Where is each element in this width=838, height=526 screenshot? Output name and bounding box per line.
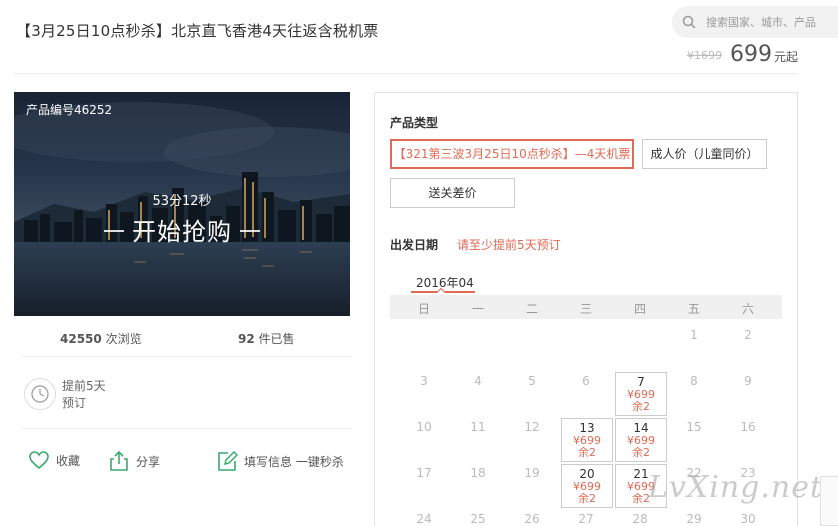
product-code: 产品编号46252 [26,103,113,117]
weekday-fri: 五 [687,302,700,316]
calendar-day: 15 [686,420,702,434]
calendar-day: 8 [690,374,698,388]
cta-dash-right [240,230,260,232]
weekday-sun: 日 [417,302,430,316]
calendar-day: 30 [740,512,756,526]
calendar-day: 27 [578,512,594,526]
view-count-number: 42550 [60,332,102,346]
calendar-day-available[interactable]: 20 ¥699 余2 [561,464,613,508]
calendar-day: 1 [690,328,698,342]
view-count: 42550 次浏览 [60,330,142,347]
advance-line-1: 提前5天 [62,379,106,393]
calendar-month-tab[interactable]: 2016年04 [416,274,474,291]
day-number: 14 [633,421,649,435]
sold-count: 92 件已售 [238,330,295,347]
fill-info-label[interactable]: 填写信息 一键秒杀 [244,453,344,470]
calendar-day: 24 [416,512,432,526]
calendar-day: 12 [524,420,540,434]
view-count-label: 次浏览 [105,332,142,346]
advance-booking-note: 提前5天 预订 [62,378,106,412]
share-icon [110,450,128,471]
day-remaining: 余2 [578,446,596,459]
favorite-label[interactable]: 收藏 [56,452,80,469]
price-unit: 元起 [773,50,798,64]
departure-date-hint: 请至少提前5天预订 [457,238,561,252]
calendar-day: 29 [686,512,702,526]
calendar-day: 11 [470,420,486,434]
calendar-day: 16 [740,420,756,434]
advance-line-2: 预订 [62,396,87,410]
weekday-wed: 三 [579,302,592,316]
calendar-day: 26 [524,512,540,526]
price-block: ¥1699 699 元起 [687,42,798,67]
header-divider [14,73,798,74]
calendar-day: 3 [420,374,428,388]
day-number: 7 [637,375,645,389]
fill-info-button[interactable]: 填写信息 一键秒杀 [216,450,344,472]
calendar-day: 17 [416,466,432,480]
search-icon [682,15,696,29]
favorite-button[interactable]: 收藏 [28,450,80,470]
search-placeholder[interactable]: 搜索国家、城市、产品 [706,14,816,30]
day-number: 20 [579,467,595,481]
day-remaining: 余2 [578,492,596,505]
cta-text[interactable]: 开始抢购 [132,218,232,246]
product-option-adult-price[interactable]: 成人价（儿童同价） [642,139,767,169]
weekday-tue: 二 [525,302,538,316]
heart-icon [29,451,49,470]
original-price: ¥1699 [686,49,722,62]
share-label[interactable]: 分享 [136,453,160,470]
day-remaining: 余2 [632,446,650,459]
calendar-day: 28 [632,512,648,526]
weekday-sat: 六 [741,302,754,316]
day-remaining: 余2 [632,400,650,413]
calendar-day: 5 [528,374,536,388]
product-title: 【3月25日10点秒杀】北京直飞香港4天往返含税机票 [16,22,379,40]
sold-count-number: 92 [238,332,255,346]
calendar-day-available[interactable]: 14 ¥699 余2 [615,418,667,462]
weekday-mon: 一 [471,302,484,316]
calendar-day: 2 [744,328,752,342]
countdown-timer: 53分12秒 [152,194,212,209]
departure-date-label: 出发日期 [390,238,439,252]
product-option-customs-diff[interactable]: 送关差价 [390,178,515,208]
stats-divider [22,356,350,357]
calendar-day: 9 [744,374,752,388]
advance-divider [22,428,350,429]
calendar-day: 25 [470,512,486,526]
site-watermark: LvXing.net [648,470,824,505]
hero-image[interactable]: 产品编号46252 53分12秒 开始抢购 [14,92,350,316]
calendar-day: 19 [524,466,540,480]
day-number: 13 [579,421,595,435]
calendar-day: 6 [582,374,590,388]
start-buying-label[interactable]: 开始抢购 [14,212,350,247]
sale-price: 699 [729,42,772,67]
search-box[interactable]: 搜索国家、城市、产品 [672,6,838,38]
clock-icon [24,378,56,410]
calendar-day: 10 [416,420,432,434]
share-button[interactable]: 分享 [108,450,160,472]
calendar-day: 4 [474,374,482,388]
sold-count-label: 件已售 [258,332,295,346]
calendar-day: 18 [470,466,486,480]
product-option-flash-sale[interactable]: 【321第三波3月25日10点秒杀】—4天机票 [390,139,634,169]
calendar-day-available[interactable]: 13 ¥699 余2 [561,418,613,462]
edit-icon [218,450,238,471]
side-float-tab[interactable] [820,476,838,526]
product-type-label: 产品类型 [390,116,439,130]
cta-dash-left [104,230,124,232]
weekday-thu: 四 [633,302,646,316]
calendar-day-available[interactable]: 7 ¥699 余2 [615,372,667,416]
